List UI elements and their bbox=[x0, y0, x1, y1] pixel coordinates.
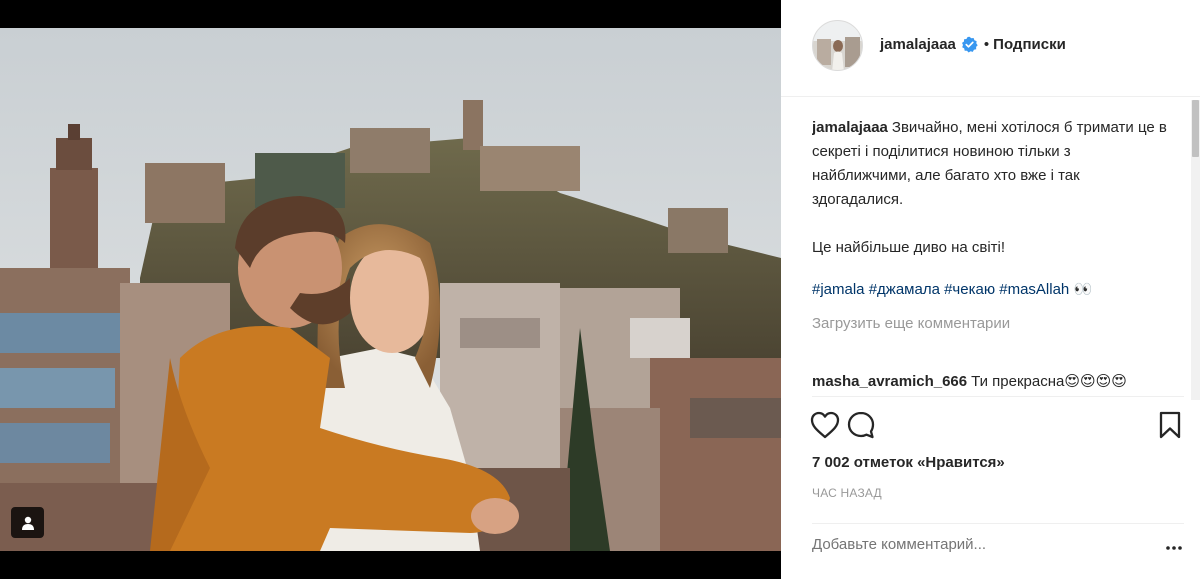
comment-form bbox=[812, 523, 1184, 569]
heart-icon bbox=[810, 411, 840, 439]
comment-item: masha_avramich_666 Ти прекрасна😍😍😍😍 bbox=[812, 370, 1172, 392]
comment-text: Ти прекрасна😍😍😍😍 bbox=[971, 373, 1127, 390]
post-actions bbox=[810, 408, 1187, 442]
user-tag-button[interactable] bbox=[11, 507, 44, 538]
comment-input[interactable] bbox=[812, 536, 1142, 553]
bookmark-icon bbox=[1159, 411, 1181, 439]
scrollbar-thumb[interactable] bbox=[1192, 100, 1199, 157]
avatar[interactable] bbox=[812, 20, 863, 71]
comment-button[interactable] bbox=[844, 408, 878, 442]
caption-hashtags[interactable]: #jamala #джамала #чекаю #masAllah 👀 bbox=[812, 278, 1092, 302]
post-photo bbox=[0, 28, 781, 551]
like-button[interactable] bbox=[808, 408, 842, 442]
post-username[interactable]: jamalajaaa bbox=[880, 36, 956, 53]
caption-author[interactable]: jamalajaaa bbox=[812, 119, 888, 136]
post-sidebar: jamalajaaa • Подписки jamalajaaa Звичайно… bbox=[781, 0, 1200, 579]
verified-badge-icon bbox=[961, 36, 978, 53]
comments-list: jamalajaaa Звичайно, мені хотілося б трим… bbox=[812, 116, 1172, 392]
load-more-comments-button[interactable]: Загрузить еще комментарии bbox=[812, 312, 1010, 336]
caption-text: Звичайно, мені хотілося б тримати це в с… bbox=[812, 119, 1167, 256]
divider bbox=[812, 396, 1184, 397]
avatar-image bbox=[813, 21, 862, 70]
header-line: jamalajaaa • Подписки bbox=[880, 36, 1066, 53]
comments-scrollbar[interactable] bbox=[1191, 100, 1200, 400]
more-options-icon bbox=[1166, 546, 1182, 550]
post-timestamp[interactable]: ЧАС НАЗАД bbox=[812, 486, 882, 500]
comment-author[interactable]: masha_avramich_666 bbox=[812, 373, 967, 390]
instagram-post-modal: jamalajaaa • Подписки jamalajaaa Звичайно… bbox=[0, 0, 1200, 579]
post-media[interactable] bbox=[0, 28, 781, 551]
user-tag-icon bbox=[21, 516, 34, 530]
comment-bubble-icon bbox=[847, 411, 875, 439]
likes-count[interactable]: 7 002 отметок «Нравится» bbox=[812, 454, 1005, 471]
more-options-button[interactable] bbox=[1164, 538, 1184, 558]
caption: jamalajaaa Звичайно, мені хотілося б трим… bbox=[812, 116, 1172, 260]
following-button[interactable]: Подписки bbox=[993, 36, 1066, 53]
save-button[interactable] bbox=[1153, 408, 1187, 442]
header-separator: • bbox=[983, 36, 990, 53]
post-header: jamalajaaa • Подписки bbox=[781, 0, 1200, 97]
